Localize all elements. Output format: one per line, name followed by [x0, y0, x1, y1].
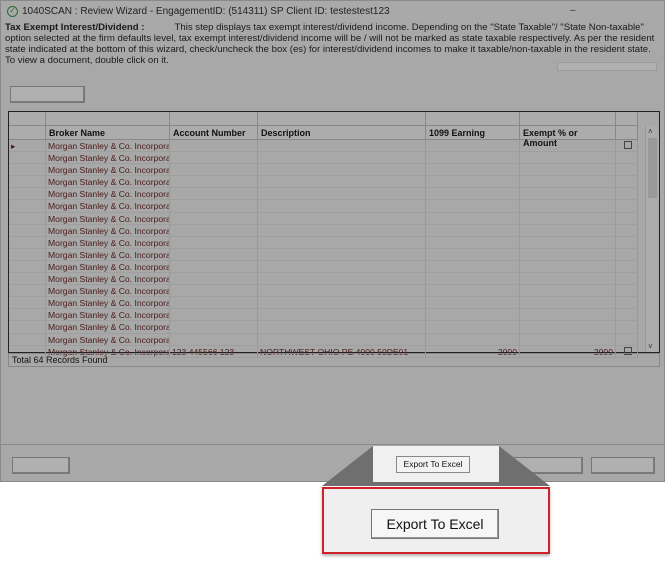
cell-broker: Morgan Stanley & Co. Incorporat: [46, 200, 170, 213]
table-row[interactable]: Morgan Stanley & Co. Incorporat: [9, 200, 659, 213]
review-wizard-window: ✓ 1040SCAN : Review Wizard - EngagementI…: [0, 0, 665, 482]
cell-broker: Morgan Stanley & Co. Incorporat: [46, 224, 170, 237]
table-row[interactable]: Morgan Stanley & Co. Incorporat: [9, 176, 659, 189]
table-row[interactable]: Morgan Stanley & Co. Incorporat: [9, 297, 659, 310]
row-selector[interactable]: [9, 297, 46, 310]
cell-broker: Morgan Stanley & Co. Incorporat: [46, 321, 170, 334]
divider: [1, 444, 665, 445]
hidden-control: [557, 62, 657, 71]
col-earning[interactable]: 1099 Earning: [426, 126, 520, 140]
table-row[interactable]: Morgan Stanley & Co. Incorporat: [9, 212, 659, 225]
cell-broker: Morgan Stanley & Co. Incorporat: [46, 248, 170, 261]
records-status: Total 64 Records Found: [8, 353, 660, 367]
filter-account[interactable]: [170, 112, 258, 126]
cell-broker: Morgan Stanley & Co. Incorporat: [46, 188, 170, 201]
cell-broker: Morgan Stanley & Co. Incorporat: [46, 309, 170, 322]
table-row[interactable]: Morgan Stanley & Co. Incorporat: [9, 273, 659, 286]
cancel-button[interactable]: [591, 457, 655, 474]
table-row[interactable]: Morgan Stanley & Co. Incorporat: [9, 164, 659, 177]
income-grid: Broker Name Account Number Description 1099…: [8, 111, 660, 358]
cell-broker: Morgan Stanley & Co. Incorporat: [46, 285, 170, 298]
step-heading: Tax Exempt Interest/Dividend :: [5, 22, 145, 33]
col-exempt[interactable]: Exempt % or Amount: [520, 126, 616, 148]
table-row[interactable]: Morgan Stanley & Co. Incorporat: [9, 333, 659, 346]
row-selector[interactable]: [9, 248, 46, 261]
filter-exempt[interactable]: [520, 112, 616, 126]
cell-broker: Morgan Stanley & Co. Incorporat: [46, 273, 170, 286]
title-bar: ✓ 1040SCAN : Review Wizard - EngagementI…: [1, 1, 664, 21]
filter-row: [9, 112, 659, 126]
row-selector[interactable]: [9, 260, 46, 274]
close-button[interactable]: [642, 5, 656, 15]
col-description[interactable]: Description: [258, 126, 426, 140]
header-row: Broker Name Account Number Description 1099…: [9, 126, 659, 148]
scroll-thumb[interactable]: [648, 138, 657, 198]
step-description: Tax Exempt Interest/Dividend : This step …: [5, 22, 663, 66]
filter-description[interactable]: [258, 112, 426, 126]
scroll-down-icon[interactable]: ˅: [648, 342, 653, 351]
row-selector[interactable]: [9, 285, 46, 298]
row-selector[interactable]: ▸: [9, 140, 46, 153]
table-row[interactable]: Morgan Stanley & Co. Incorporat: [9, 321, 659, 334]
cell-broker: Morgan Stanley & Co. Incorporat: [46, 176, 170, 189]
row-selector[interactable]: [9, 200, 46, 213]
filter-broker[interactable]: [46, 112, 170, 126]
col-account[interactable]: Account Number: [170, 126, 258, 140]
row-selector[interactable]: [9, 236, 46, 249]
table-row[interactable]: ▸ Morgan Stanley & Co. Incorporat: [9, 140, 659, 153]
table-row[interactable]: Morgan Stanley & Co. Incorporat: [9, 236, 659, 249]
row-selector[interactable]: [9, 176, 46, 189]
minimize-button[interactable]: –: [570, 5, 584, 16]
app-check-icon: ✓: [7, 5, 18, 17]
col-broker[interactable]: Broker Name: [46, 126, 170, 140]
row-selector[interactable]: [9, 309, 46, 322]
zoom-callout: Export To Excel: [322, 487, 550, 554]
table-row[interactable]: Morgan Stanley & Co. Incorporat: [9, 285, 659, 298]
window-title: 1040SCAN : Review Wizard - EngagementID:…: [22, 5, 390, 17]
row-selector[interactable]: [9, 273, 46, 286]
cell-broker: Morgan Stanley & Co. Incorporat: [46, 236, 170, 249]
back-button[interactable]: [12, 457, 70, 474]
cell-broker: Morgan Stanley & Co. Incorporat: [46, 140, 170, 153]
row-selector[interactable]: [9, 152, 46, 165]
row-selector[interactable]: [9, 224, 46, 237]
cell-broker: Morgan Stanley & Co. Incorporat: [46, 297, 170, 310]
row-selector[interactable]: [9, 188, 46, 201]
cell-broker: Morgan Stanley & Co. Incorporat: [46, 152, 170, 165]
filter-earning[interactable]: [426, 112, 520, 126]
row-selector[interactable]: [9, 212, 46, 225]
taxable-checkbox[interactable]: [624, 141, 632, 149]
row-selector[interactable]: [9, 164, 46, 177]
export-to-excel-button-zoomed[interactable]: Export To Excel: [371, 509, 499, 539]
export-to-excel-button[interactable]: Export To Excel: [396, 456, 470, 473]
table-row[interactable]: Morgan Stanley & Co. Incorporat: [9, 152, 659, 165]
cell-broker: Morgan Stanley & Co. Incorporat: [46, 164, 170, 177]
table-row[interactable]: Morgan Stanley & Co. Incorporat: [9, 188, 659, 201]
row-selector[interactable]: [9, 333, 46, 346]
cell-broker: Morgan Stanley & Co. Incorporat: [46, 333, 170, 346]
cell-broker: Morgan Stanley & Co. Incorporat: [46, 260, 170, 274]
row-selector[interactable]: [9, 321, 46, 334]
table-row[interactable]: Morgan Stanley & Co. Incorporat: [9, 248, 659, 261]
maximize-button[interactable]: [606, 5, 620, 15]
vertical-scrollbar[interactable]: ˄ ˅: [645, 126, 659, 352]
scroll-up-icon[interactable]: ˄: [648, 127, 653, 136]
table-row[interactable]: Morgan Stanley & Co. Incorporat: [9, 309, 659, 322]
table-row[interactable]: Morgan Stanley & Co. Incorporat: [9, 260, 659, 274]
cell-broker: Morgan Stanley & Co. Incorporat: [46, 212, 170, 225]
table-row[interactable]: Morgan Stanley & Co. Incorporat: [9, 224, 659, 237]
toolbar-button[interactable]: [10, 86, 85, 103]
